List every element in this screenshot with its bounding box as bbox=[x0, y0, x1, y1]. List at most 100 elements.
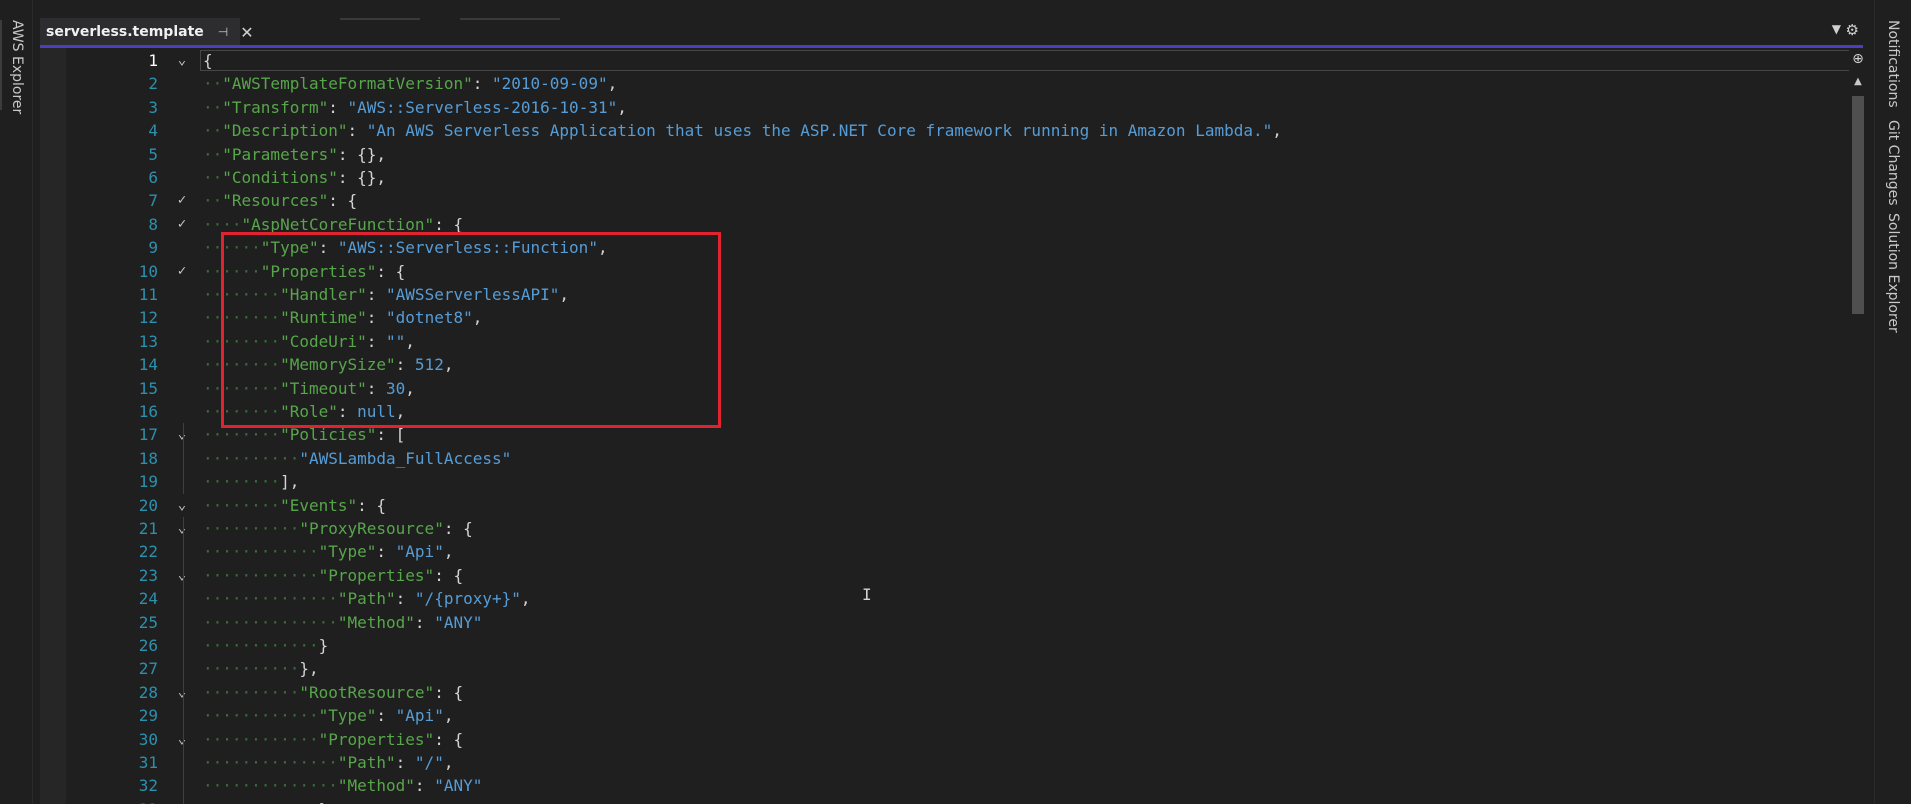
tab-serverless-template[interactable]: serverless.template ⊣ ✕ bbox=[40, 18, 254, 46]
code-line[interactable]: 27 ··········}, bbox=[40, 657, 1855, 680]
code-token: ···· bbox=[203, 214, 242, 234]
code-token: "2010-09-09" bbox=[491, 74, 608, 94]
code-line[interactable]: 3 ··"Transform": "AWS::Serverless-2016-10… bbox=[40, 96, 1855, 119]
line-number: 7 bbox=[148, 191, 158, 211]
aws-explorer-tab[interactable]: AWS Explorer bbox=[9, 20, 25, 114]
fold-chevron-icon[interactable]: ⌄ bbox=[173, 494, 191, 517]
code-token: ], bbox=[280, 472, 300, 492]
code-token: "Path" bbox=[337, 589, 396, 609]
fold-chevron-icon[interactable]: ⌄ bbox=[173, 728, 191, 751]
code-token: ············ bbox=[203, 800, 319, 804]
code-line[interactable]: 31 ··············"Path": "/", bbox=[40, 751, 1855, 774]
code-token: ·············· bbox=[203, 612, 338, 632]
code-token: ·············· bbox=[203, 776, 338, 796]
code-token: : bbox=[328, 97, 348, 117]
code-line[interactable]: 4 ··"Description": "An AWS Serverless App… bbox=[40, 119, 1855, 142]
code-line[interactable]: 21 ⌄ ··········"ProxyResource": { bbox=[40, 517, 1855, 540]
code-line[interactable]: 22 ············"Type": "Api", bbox=[40, 540, 1855, 563]
tab-title: serverless.template bbox=[46, 24, 204, 40]
fold-chevron-icon[interactable]: ⌄ bbox=[173, 517, 191, 540]
code-text: ············"Properties": { bbox=[203, 564, 463, 587]
solution-explorer-tab[interactable]: Solution Explorer bbox=[1885, 213, 1901, 333]
code-token: ············ bbox=[203, 636, 319, 655]
chevron-down-icon[interactable]: ▼ bbox=[1832, 22, 1841, 36]
code-token: : {}, bbox=[337, 144, 387, 164]
git-changes-tab[interactable]: Git Changes bbox=[1885, 120, 1901, 206]
line-number: 23 bbox=[138, 565, 158, 585]
code-text: ··"Parameters": {}, bbox=[203, 143, 386, 166]
fold-marker-icon[interactable]: ✓ bbox=[173, 260, 191, 283]
code-text: { bbox=[203, 49, 213, 72]
line-number: 26 bbox=[138, 636, 158, 655]
code-token: : { bbox=[434, 729, 464, 749]
code-token: : { bbox=[434, 682, 464, 702]
line-number: 25 bbox=[138, 612, 158, 632]
code-line[interactable]: 26 ············} bbox=[40, 634, 1855, 657]
code-token: { bbox=[203, 51, 213, 70]
code-text: ············"Properties": { bbox=[203, 728, 463, 751]
code-line[interactable]: 2 ··"AWSTemplateFormatVersion": "2010-09-… bbox=[40, 72, 1855, 95]
code-token: ·· bbox=[203, 97, 223, 117]
fold-chevron-icon[interactable]: ⌄ bbox=[173, 681, 191, 704]
close-icon[interactable]: ✕ bbox=[240, 23, 253, 42]
code-line[interactable]: 30 ⌄ ············"Properties": { bbox=[40, 728, 1855, 751]
code-line[interactable]: 24 ··············"Path": "/{proxy+}", bbox=[40, 587, 1855, 610]
code-token: : bbox=[395, 589, 415, 609]
code-text: ··········"RootResource": { bbox=[203, 681, 463, 704]
code-token: : bbox=[414, 612, 435, 632]
code-line[interactable]: 7 ✓ ··"Resources": { bbox=[40, 189, 1855, 212]
code-line[interactable]: 1 ⌄ { bbox=[40, 49, 1855, 72]
code-line[interactable]: 19 ········], bbox=[40, 470, 1855, 493]
line-number: 13 bbox=[138, 331, 158, 351]
code-line[interactable]: 25 ··············"Method": "ANY" bbox=[40, 611, 1855, 634]
code-token: "Conditions" bbox=[222, 168, 338, 187]
code-token: "/{proxy+}" bbox=[414, 589, 521, 609]
line-number: 10 bbox=[138, 261, 158, 281]
code-line[interactable]: 28 ⌄ ··········"RootResource": { bbox=[40, 681, 1855, 704]
code-token: "ANY" bbox=[434, 776, 483, 796]
gear-icon[interactable]: ⚙ bbox=[1846, 21, 1859, 39]
code-line[interactable]: 33 ············} bbox=[40, 798, 1855, 804]
code-text: ············} bbox=[203, 634, 328, 657]
fold-chevron-icon[interactable]: ⌄ bbox=[173, 423, 191, 446]
line-number: 30 bbox=[138, 729, 158, 749]
notifications-tab[interactable]: Notifications bbox=[1885, 20, 1901, 108]
code-token: : { bbox=[434, 214, 464, 234]
code-token: "Api" bbox=[395, 706, 444, 726]
highlight-annotation-box bbox=[221, 232, 721, 428]
code-token: ·············· bbox=[203, 753, 338, 772]
line-number: 24 bbox=[138, 589, 158, 609]
code-text: ··············"Path": "/{proxy+}", bbox=[203, 587, 531, 610]
code-line[interactable]: 18 ··········"AWSLambda_FullAccess" bbox=[40, 447, 1855, 470]
fold-chevron-icon[interactable]: ⌄ bbox=[173, 564, 191, 587]
code-text: ··········}, bbox=[203, 657, 319, 680]
code-token: : bbox=[347, 121, 367, 141]
code-line[interactable]: 23 ⌄ ············"Properties": { bbox=[40, 564, 1855, 587]
code-line[interactable]: 32 ··············"Method": "ANY" bbox=[40, 774, 1855, 797]
code-text: ············} bbox=[203, 798, 328, 804]
code-text: ··········"ProxyResource": { bbox=[203, 517, 473, 540]
code-token: "Path" bbox=[337, 753, 396, 772]
line-number: 2 bbox=[148, 74, 158, 94]
line-number: 16 bbox=[138, 402, 158, 421]
code-line[interactable]: 5 ··"Parameters": {}, bbox=[40, 143, 1855, 166]
scroll-up-arrow-icon[interactable]: ▲ bbox=[1849, 76, 1867, 90]
tab-ghost bbox=[460, 18, 560, 20]
scrollbar-thumb[interactable] bbox=[1852, 96, 1864, 314]
line-number: 5 bbox=[148, 144, 158, 164]
code-token: "Events" bbox=[280, 495, 358, 515]
code-token: "AWSTemplateFormatVersion" bbox=[222, 74, 473, 94]
split-icon[interactable]: ⊕ bbox=[1849, 50, 1867, 68]
fold-chevron-icon[interactable]: ⌄ bbox=[173, 49, 191, 72]
vertical-scrollbar[interactable]: ⊕ ▲ bbox=[1849, 50, 1867, 804]
code-line[interactable]: 20 ⌄ ········"Events": { bbox=[40, 494, 1855, 517]
code-line[interactable]: 6 ··"Conditions": {}, bbox=[40, 166, 1855, 189]
code-token: "Type" bbox=[318, 706, 377, 726]
fold-marker-icon[interactable]: ✓ bbox=[173, 189, 191, 212]
code-editor[interactable]: 1 ⌄{2 ··"AWSTemplateFormatVersion": "2010-… bbox=[40, 48, 1855, 804]
code-token: ·· bbox=[203, 121, 223, 141]
code-text: ··"Resources": { bbox=[203, 189, 357, 212]
fold-marker-icon[interactable]: ✓ bbox=[173, 213, 191, 236]
code-line[interactable]: 29 ············"Type": "Api", bbox=[40, 704, 1855, 727]
pin-icon[interactable]: ⊣ bbox=[218, 25, 228, 39]
